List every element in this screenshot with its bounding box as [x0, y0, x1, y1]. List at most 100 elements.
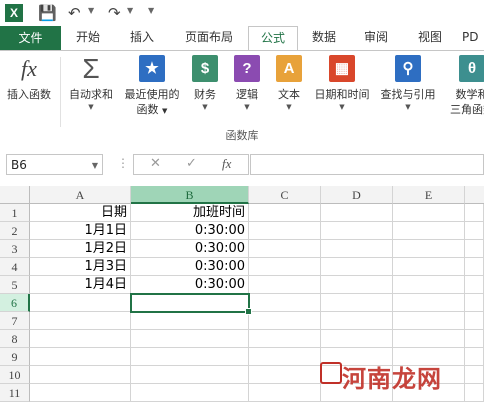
- row-header-3[interactable]: 3: [0, 240, 30, 258]
- cell-b8[interactable]: [131, 330, 249, 348]
- cell-c7[interactable]: [249, 312, 321, 330]
- cell-e3[interactable]: [393, 240, 465, 258]
- cell-c9[interactable]: [249, 348, 321, 366]
- row-header-10[interactable]: 10: [0, 366, 30, 384]
- date-time-button[interactable]: ▦ 日期和时间 ▼: [310, 55, 374, 112]
- row-header-11[interactable]: 11: [0, 384, 30, 402]
- cell-e5[interactable]: [393, 276, 465, 294]
- financial-button[interactable]: $ 财务 ▼: [186, 55, 224, 112]
- formula-bar-resize-handle[interactable]: ⋮: [117, 156, 129, 170]
- cell-b11[interactable]: [131, 384, 249, 402]
- cell-d5[interactable]: [321, 276, 393, 294]
- cell-c11[interactable]: [249, 384, 321, 402]
- redo-icon[interactable]: ↷: [108, 3, 121, 23]
- cell[interactable]: [465, 222, 484, 240]
- cell-a7[interactable]: [30, 312, 131, 330]
- column-header-d[interactable]: D: [321, 186, 393, 204]
- cell-b2[interactable]: 0:30:00: [131, 222, 249, 240]
- row-header-6[interactable]: 6: [0, 294, 30, 312]
- cell-a4[interactable]: 1月3日: [30, 258, 131, 276]
- tab-home[interactable]: 开始: [66, 26, 110, 49]
- column-header-f-partial[interactable]: [465, 186, 484, 204]
- text-button[interactable]: A 文本 ▼: [270, 55, 308, 112]
- row-header-4[interactable]: 4: [0, 258, 30, 276]
- cell-a11[interactable]: [30, 384, 131, 402]
- row-header-5[interactable]: 5: [0, 276, 30, 294]
- save-icon[interactable]: 💾: [38, 3, 57, 23]
- cell-d8[interactable]: [321, 330, 393, 348]
- row-header-2[interactable]: 2: [0, 222, 30, 240]
- recently-used-button[interactable]: ★ 最近使用的 函数 ▼: [120, 55, 184, 119]
- formula-input[interactable]: [250, 154, 484, 175]
- cell-a1[interactable]: 日期: [30, 204, 131, 222]
- insert-function-button[interactable]: fx 插入函数: [2, 55, 56, 102]
- enter-check-icon[interactable]: ✓: [186, 156, 197, 171]
- cell-c3[interactable]: [249, 240, 321, 258]
- row-header-1[interactable]: 1: [0, 204, 30, 222]
- cell-e2[interactable]: [393, 222, 465, 240]
- tab-view[interactable]: 视图: [410, 26, 450, 49]
- cell-b3[interactable]: 0:30:00: [131, 240, 249, 258]
- column-header-b[interactable]: B: [131, 186, 249, 204]
- tab-insert[interactable]: 插入: [120, 26, 164, 49]
- cell[interactable]: [465, 258, 484, 276]
- cell-d6[interactable]: [321, 294, 393, 312]
- cell-a5[interactable]: 1月4日: [30, 276, 131, 294]
- cell-a9[interactable]: [30, 348, 131, 366]
- tab-review[interactable]: 审阅: [356, 26, 396, 49]
- cell-a10[interactable]: [30, 366, 131, 384]
- lookup-reference-button[interactable]: ⚲ 查找与引用 ▼: [376, 55, 440, 112]
- cell[interactable]: [465, 330, 484, 348]
- cell-c5[interactable]: [249, 276, 321, 294]
- cell-b9[interactable]: [131, 348, 249, 366]
- cell-d1[interactable]: [321, 204, 393, 222]
- cell[interactable]: [465, 384, 484, 402]
- cell-b1[interactable]: 加班时间: [131, 204, 249, 222]
- cell-c2[interactable]: [249, 222, 321, 240]
- cell-d7[interactable]: [321, 312, 393, 330]
- cell[interactable]: [465, 204, 484, 222]
- name-box-dropdown-icon[interactable]: ▼: [92, 155, 98, 176]
- logical-button[interactable]: ? 逻辑 ▼: [228, 55, 266, 112]
- cell-d4[interactable]: [321, 258, 393, 276]
- cell[interactable]: [465, 312, 484, 330]
- cell-e6[interactable]: [393, 294, 465, 312]
- tab-pdf[interactable]: PD: [462, 26, 484, 49]
- cell-c10[interactable]: [249, 366, 321, 384]
- cell-b10[interactable]: [131, 366, 249, 384]
- tab-file[interactable]: 文件: [0, 26, 61, 50]
- cell[interactable]: [465, 240, 484, 258]
- cancel-icon[interactable]: ✕: [150, 156, 161, 171]
- cell-c6[interactable]: [249, 294, 321, 312]
- math-trig-button[interactable]: θ 数学和 三角函数: [442, 55, 484, 117]
- cell[interactable]: [465, 294, 484, 312]
- customize-toolbar-icon[interactable]: ▼: [148, 6, 154, 15]
- cell-a6[interactable]: [30, 294, 131, 312]
- cell-e7[interactable]: [393, 312, 465, 330]
- cell-c8[interactable]: [249, 330, 321, 348]
- undo-dropdown-icon[interactable]: ▼: [88, 6, 94, 15]
- column-header-c[interactable]: C: [249, 186, 321, 204]
- cell-a8[interactable]: [30, 330, 131, 348]
- cell-b5[interactable]: 0:30:00: [131, 276, 249, 294]
- row-header-9[interactable]: 9: [0, 348, 30, 366]
- name-box[interactable]: B6 ▼: [6, 154, 103, 175]
- cell-c1[interactable]: [249, 204, 321, 222]
- cell-e8[interactable]: [393, 330, 465, 348]
- cell[interactable]: [465, 366, 484, 384]
- fill-handle[interactable]: [245, 308, 252, 315]
- cell-e4[interactable]: [393, 258, 465, 276]
- cell-b7[interactable]: [131, 312, 249, 330]
- cell-d3[interactable]: [321, 240, 393, 258]
- autosum-button[interactable]: Σ 自动求和 ▼: [64, 55, 118, 112]
- cell[interactable]: [465, 348, 484, 366]
- cell-a2[interactable]: 1月1日: [30, 222, 131, 240]
- undo-icon[interactable]: ↶: [68, 3, 81, 23]
- row-header-8[interactable]: 8: [0, 330, 30, 348]
- cell-b4[interactable]: 0:30:00: [131, 258, 249, 276]
- cell-a3[interactable]: 1月2日: [30, 240, 131, 258]
- cell-c4[interactable]: [249, 258, 321, 276]
- select-all-corner[interactable]: [0, 186, 30, 204]
- tab-formulas[interactable]: 公式: [248, 26, 298, 51]
- row-header-7[interactable]: 7: [0, 312, 30, 330]
